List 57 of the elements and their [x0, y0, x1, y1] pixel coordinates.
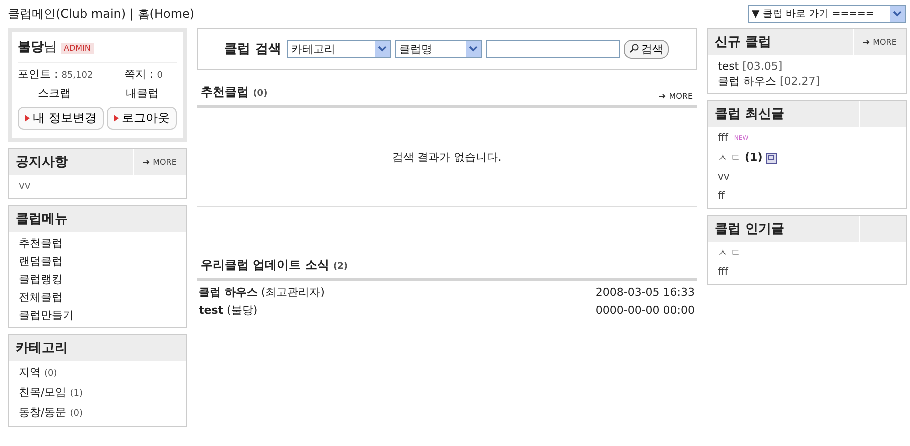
admin-badge: ADMIN — [61, 43, 94, 54]
panel-title: 클럽 인기글 — [714, 221, 786, 239]
triangle-icon — [114, 115, 119, 122]
arrow-icon — [863, 40, 870, 44]
search-select[interactable]: 카테고리 — [287, 40, 392, 58]
breadcrumb[interactable]: 클럽메인(Club main) | 홈(Home) — [8, 6, 195, 22]
notice-item[interactable]: vv — [19, 179, 176, 194]
panel-title: 클럽 최신글 — [714, 106, 786, 124]
update-item[interactable]: test (불당) — [199, 303, 258, 318]
category-item[interactable]: 친목/모임 (1) — [19, 385, 176, 402]
post-item[interactable]: vv — [718, 170, 730, 185]
arrow-icon — [659, 94, 666, 99]
profile-link[interactable]: 스크랩 — [38, 86, 71, 101]
panel-title: 신규 클럽 — [714, 34, 773, 52]
new-club-item[interactable]: 클럽 하우스 [02.27] — [718, 74, 896, 89]
update-item[interactable]: 클럽 하우스 (최고관리자) — [199, 285, 325, 300]
update-date: 2008-03-05 16:33 — [596, 286, 695, 299]
section-title: 추천클럽 (0) — [201, 84, 268, 101]
panel-title: 카테고리 — [15, 340, 69, 358]
empty-message: 검색 결과가 없습니다. — [392, 150, 502, 164]
search-input[interactable] — [486, 40, 620, 58]
search-button[interactable]: 검색 — [624, 40, 670, 58]
notes-count[interactable]: 쪽지 : 0 — [124, 67, 163, 82]
more-link[interactable]: MORE — [853, 29, 906, 55]
post-item[interactable]: fff — [718, 265, 896, 280]
points: 포인트 : 85,102 — [18, 67, 94, 82]
update-date: 0000-00-00 00:00 — [596, 304, 695, 317]
triangle-icon — [25, 115, 30, 122]
profile-button[interactable]: 내 정보변경 — [18, 107, 104, 130]
section-title: 우리클럽 업데이트 소식 (2) — [201, 257, 348, 274]
search-icon — [630, 44, 640, 52]
more-link[interactable]: MORE — [659, 92, 693, 101]
caret-icon — [375, 41, 390, 57]
menu-item[interactable]: 클럽랭킹 — [19, 272, 176, 287]
search-label: 클럽 검색 — [224, 41, 282, 58]
post-item[interactable]: ㅅ ㄷ — [718, 246, 896, 261]
panel-title: 공지사항 — [15, 154, 69, 172]
arrow-icon — [143, 160, 150, 164]
more-link[interactable]: MORE — [133, 149, 186, 175]
user-name: 불당님 — [18, 40, 57, 55]
menu-item[interactable]: 추천클럽 — [19, 236, 176, 251]
category-item[interactable]: 동창/동문 (0) — [19, 405, 176, 422]
new-club-item[interactable]: test [03.05] — [718, 59, 896, 74]
post-item[interactable]: ff — [718, 189, 725, 204]
profile-link[interactable]: 내클럽 — [126, 86, 159, 101]
caret-icon — [890, 6, 905, 22]
club-quick-nav-select[interactable]: ▼ 클럽 바로 가기 ===== — [748, 5, 906, 23]
panel-title: 클럽메뉴 — [15, 211, 69, 229]
category-item[interactable]: 지역 (0) — [19, 365, 176, 382]
caret-icon — [466, 41, 482, 57]
menu-item[interactable]: 랜덤클럽 — [19, 254, 176, 269]
post-item[interactable]: ㅅ ㄷ (1) — [718, 150, 763, 166]
post-item[interactable]: fff — [718, 131, 728, 146]
profile-button[interactable]: 로그아웃 — [107, 107, 177, 130]
menu-item[interactable]: 전체클럽 — [19, 290, 176, 305]
search-select[interactable]: 클럽명 — [395, 40, 482, 58]
menu-item[interactable]: 클럽만들기 — [19, 308, 176, 323]
